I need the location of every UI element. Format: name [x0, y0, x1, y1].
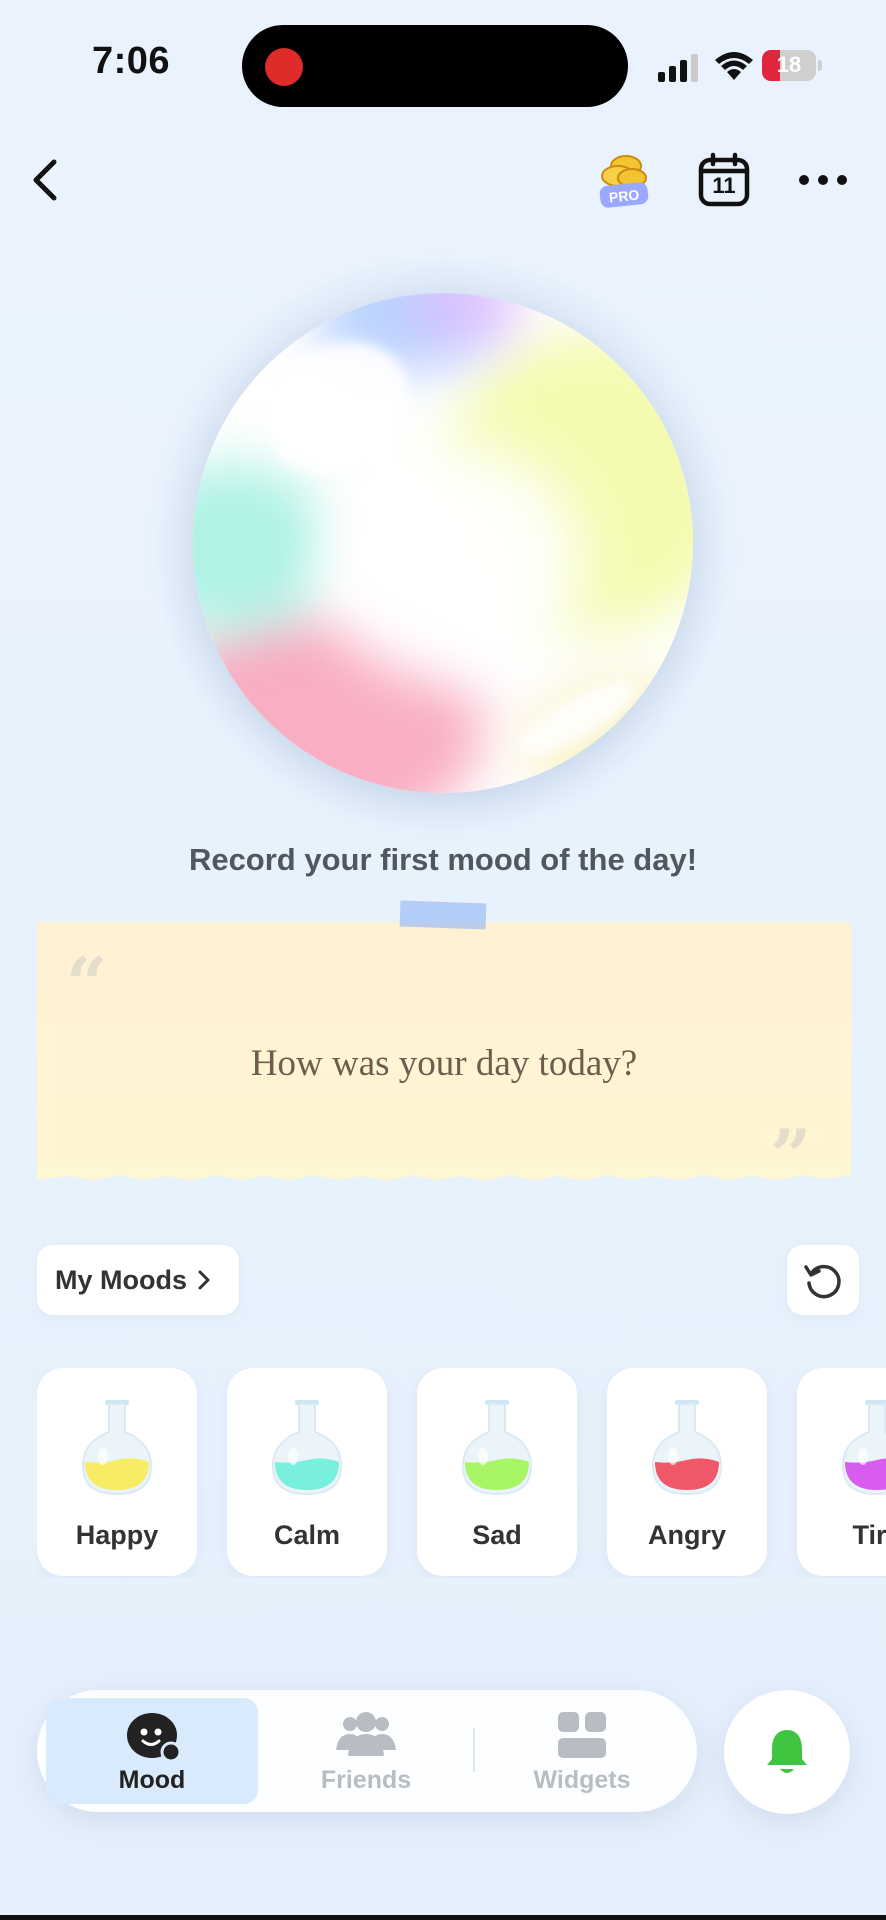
tape-decoration [399, 900, 487, 930]
mood-label: Sad [472, 1520, 522, 1550]
back-button[interactable] [22, 152, 68, 208]
mood-card[interactable]: Sad [417, 1368, 577, 1576]
chevron-right-icon [198, 1270, 210, 1290]
status-time: 7:06 [92, 40, 171, 82]
reset-button[interactable] [787, 1245, 859, 1315]
tab-widgets[interactable]: Widgets [476, 1698, 688, 1804]
potion-flask-icon [81, 1400, 153, 1496]
potion-flask-icon [271, 1400, 343, 1496]
mood-list[interactable]: Happy Calm Sad Angry Tire [37, 1368, 886, 1578]
battery-icon: 18 [762, 50, 822, 81]
more-options-button[interactable] [796, 166, 850, 194]
potion-flask-icon [841, 1400, 886, 1496]
mood-face-icon [127, 1713, 182, 1762]
wifi-icon [715, 52, 753, 80]
calendar-button[interactable]: 11 [698, 152, 750, 208]
battery-level: 18 [776, 52, 802, 77]
mood-card[interactable]: Tire [797, 1368, 886, 1576]
potion-flask-icon [651, 1400, 723, 1496]
pro-coins-icon[interactable]: PRO [596, 152, 652, 210]
recording-indicator-icon [265, 48, 303, 86]
friends-icon [336, 1712, 396, 1756]
tab-mood-label: Mood [118, 1766, 186, 1794]
mood-card[interactable]: Calm [227, 1368, 387, 1576]
my-moods-label: My Moods [55, 1264, 187, 1295]
mood-prompt: Record your first mood of the day! [188, 842, 698, 877]
note-question: How was your day today? [250, 1043, 638, 1084]
tab-divider [473, 1728, 475, 1772]
tab-mood[interactable]: Mood [46, 1698, 258, 1804]
mood-label: Happy [75, 1520, 159, 1550]
tab-friends[interactable]: Friends [260, 1698, 472, 1804]
mood-card[interactable]: Happy [37, 1368, 197, 1576]
mood-label: Tire [852, 1520, 886, 1550]
home-indicator [0, 1915, 886, 1920]
calendar-day: 11 [712, 173, 736, 198]
pro-label: PRO [608, 186, 640, 205]
mood-orb[interactable] [193, 293, 693, 793]
tab-friends-label: Friends [320, 1766, 412, 1794]
tab-widgets-label: Widgets [533, 1766, 631, 1794]
bell-icon [767, 1730, 807, 1773]
refresh-icon [804, 1264, 841, 1299]
mood-card[interactable]: Angry [607, 1368, 767, 1576]
mood-label: Angry [647, 1520, 726, 1550]
my-moods-button[interactable]: My Moods [37, 1245, 239, 1315]
cellular-signal-icon [658, 54, 698, 82]
notifications-button[interactable] [724, 1690, 850, 1814]
quote-close-icon: ” [770, 1113, 812, 1198]
quote-open-icon: “ [66, 941, 108, 1026]
widgets-icon [558, 1712, 606, 1758]
potion-flask-icon [461, 1400, 533, 1496]
mood-label: Calm [273, 1520, 341, 1550]
